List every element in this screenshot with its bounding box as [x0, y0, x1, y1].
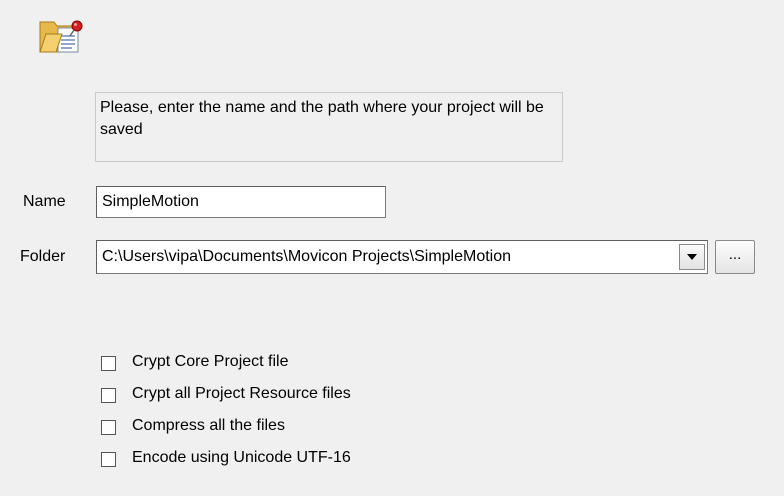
checkbox-label: Crypt Core Project file — [132, 353, 289, 370]
folder-path-value: C:\Users\vipa\Documents\Movicon Projects… — [102, 248, 512, 265]
project-name-input[interactable]: SimpleMotion — [96, 186, 386, 218]
folder-combobox[interactable]: C:\Users\vipa\Documents\Movicon Projects… — [96, 240, 708, 274]
new-project-panel: Please, enter the name and the path wher… — [0, 0, 784, 496]
folder-dropdown-button[interactable] — [679, 244, 705, 270]
browse-folder-button[interactable]: ... — [715, 240, 755, 274]
chevron-down-icon — [687, 254, 697, 260]
checkbox-label: Compress all the files — [132, 417, 285, 434]
checkbox-box[interactable] — [101, 388, 116, 403]
checkbox-box[interactable] — [101, 452, 116, 467]
name-label: Name — [23, 193, 66, 210]
folder-label: Folder — [20, 248, 66, 265]
checkbox-label: Encode using Unicode UTF-16 — [132, 449, 351, 466]
instruction-text: Please, enter the name and the path wher… — [95, 92, 563, 162]
checkbox-box[interactable] — [101, 356, 116, 371]
checkbox-box[interactable] — [101, 420, 116, 435]
folder-project-icon — [32, 6, 92, 66]
checkbox-label: Crypt all Project Resource files — [132, 385, 351, 402]
